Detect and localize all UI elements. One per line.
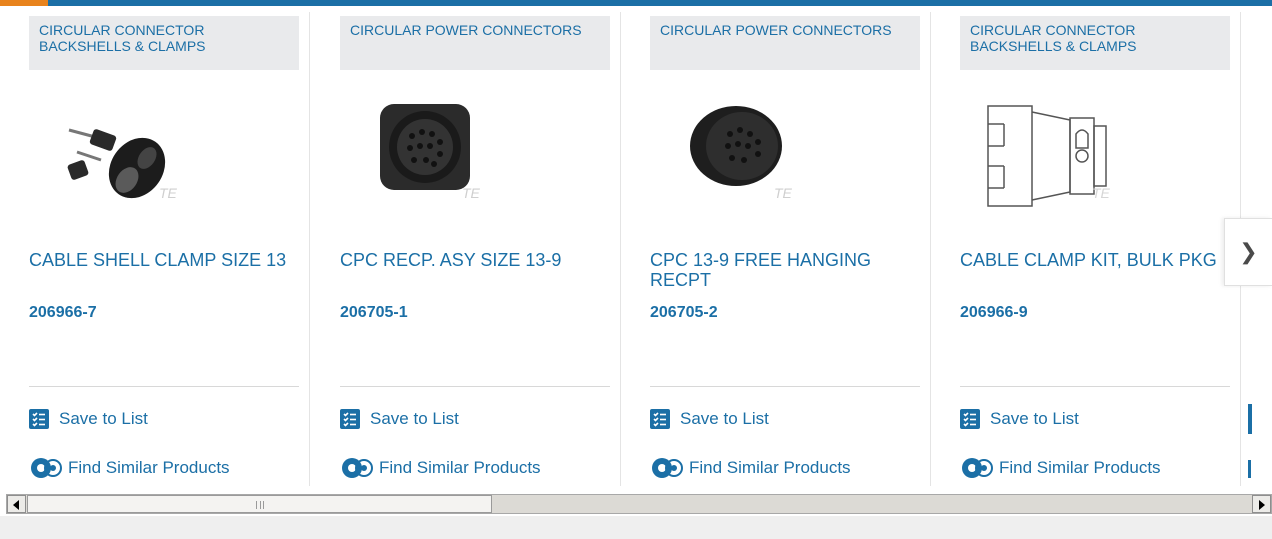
save-to-list-button[interactable]: Save to List bbox=[29, 409, 148, 429]
part-number-link[interactable]: 206966-7 bbox=[29, 304, 97, 322]
save-to-list-button[interactable]: Save to List bbox=[340, 409, 459, 429]
find-similar-button[interactable]: Find Similar Products bbox=[340, 455, 541, 481]
checklist-icon bbox=[960, 409, 980, 429]
free-hanging-receptacle-photo-icon: TE bbox=[690, 106, 793, 201]
checklist-icon bbox=[29, 409, 49, 429]
find-similar-label: Find Similar Products bbox=[689, 458, 851, 477]
product-title-link[interactable]: CABLE SHELL CLAMP SIZE 13 bbox=[29, 250, 299, 270]
save-to-list-button[interactable]: Save to List bbox=[650, 409, 769, 429]
part-number-link[interactable]: 206705-1 bbox=[340, 304, 408, 322]
checklist-icon bbox=[340, 409, 360, 429]
category-label[interactable]: CIRCULAR POWER CONNECTORS bbox=[340, 16, 610, 70]
product-carousel: CIRCULAR CONNECTOR BACKSHELLS & CLAMPS T… bbox=[0, 6, 1272, 486]
find-similar-label: Find Similar Products bbox=[999, 458, 1161, 477]
divider bbox=[650, 386, 920, 387]
arrow-left-icon bbox=[13, 500, 19, 510]
similar-gears-icon bbox=[340, 455, 374, 481]
product-card: CIRCULAR POWER CONNECTORS TE CPC RECP. A… bbox=[311, 12, 621, 486]
save-to-list-label: Save to List bbox=[990, 409, 1079, 428]
similar-gears-icon bbox=[960, 455, 994, 481]
save-to-list-label: Save to List bbox=[680, 409, 769, 428]
scroll-left-button[interactable] bbox=[7, 495, 26, 513]
product-card: CIRCULAR CONNECTOR BACKSHELLS & CLAMPS T… bbox=[931, 12, 1241, 486]
carousel-next-button[interactable]: ❯ bbox=[1224, 218, 1272, 286]
save-to-list-label: Save to List bbox=[370, 409, 459, 428]
find-similar-button[interactable]: Find Similar Products bbox=[29, 455, 230, 481]
find-similar-button[interactable]: Find Similar Products bbox=[960, 455, 1161, 481]
page-footer-area bbox=[0, 516, 1272, 539]
similar-gears-icon bbox=[650, 455, 684, 481]
find-similar-label: Find Similar Products bbox=[68, 458, 230, 477]
category-label[interactable]: CIRCULAR POWER CONNECTORS bbox=[650, 16, 920, 70]
part-number-link[interactable]: 206705-2 bbox=[650, 304, 718, 322]
cable-clamp-drawing-icon: TE bbox=[987, 105, 1111, 207]
horizontal-scrollbar[interactable] bbox=[6, 494, 1272, 514]
product-title-link[interactable]: CPC RECP. ASY SIZE 13-9 bbox=[340, 250, 610, 270]
product-title-link[interactable]: CABLE CLAMP KIT, BULK PKG bbox=[960, 250, 1230, 270]
save-to-list-label: Save to List bbox=[59, 409, 148, 428]
svg-text:TE: TE bbox=[462, 185, 481, 201]
product-image[interactable]: TE bbox=[650, 90, 920, 210]
product-card: CIRCULAR CONNECTOR BACKSHELLS & CLAMPS T… bbox=[0, 12, 310, 486]
svg-text:TE: TE bbox=[774, 185, 793, 201]
category-label[interactable]: CIRCULAR CONNECTOR BACKSHELLS & CLAMPS bbox=[960, 16, 1230, 70]
checklist-icon bbox=[650, 409, 670, 429]
find-similar-label: Find Similar Products bbox=[379, 458, 541, 477]
category-label[interactable]: CIRCULAR CONNECTOR BACKSHELLS & CLAMPS bbox=[29, 16, 299, 70]
divider bbox=[340, 386, 610, 387]
divider bbox=[960, 386, 1230, 387]
chevron-right-icon: ❯ bbox=[1239, 239, 1258, 264]
card-separator bbox=[309, 12, 310, 486]
scroll-right-button[interactable] bbox=[1252, 495, 1271, 513]
part-number-link[interactable]: 206966-9 bbox=[960, 304, 1028, 322]
grip-icon bbox=[256, 501, 264, 509]
divider bbox=[29, 386, 299, 387]
find-similar-button[interactable]: Find Similar Products bbox=[650, 455, 851, 481]
checklist-icon bbox=[1248, 404, 1252, 434]
product-card: CIRCULAR POWER CONNECTORS TE CPC 13-9 FR… bbox=[621, 12, 931, 486]
svg-text:TE: TE bbox=[1092, 185, 1111, 201]
similar-gears-icon bbox=[1248, 460, 1251, 478]
cable-clamp-kit-photo-icon: TE bbox=[67, 128, 178, 201]
product-image[interactable]: TE bbox=[29, 90, 299, 210]
product-title-link[interactable]: CPC 13-9 FREE HANGING RECPT bbox=[650, 250, 920, 290]
product-image[interactable]: TE bbox=[340, 90, 610, 210]
product-image[interactable]: TE bbox=[960, 90, 1230, 210]
svg-text:TE: TE bbox=[159, 185, 178, 201]
scrollbar-thumb[interactable] bbox=[27, 495, 492, 513]
arrow-right-icon bbox=[1259, 500, 1265, 510]
flange-receptacle-photo-icon: TE bbox=[380, 104, 481, 201]
save-to-list-button[interactable]: Save to List bbox=[960, 409, 1079, 429]
similar-gears-icon bbox=[29, 455, 63, 481]
